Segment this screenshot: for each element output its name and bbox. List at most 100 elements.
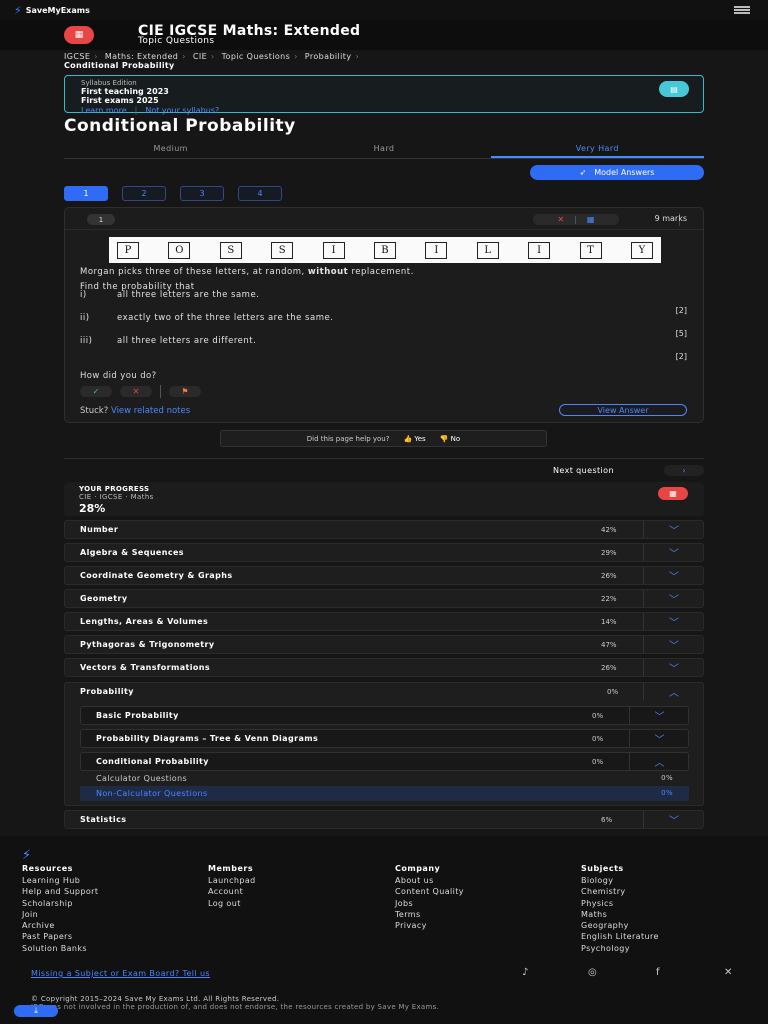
tab-very-hard[interactable]: Very Hard xyxy=(490,142,704,158)
lightning-icon: ⚡ xyxy=(14,3,22,17)
topic-row[interactable]: Pythagoras & Trigonometry 47% ﹀ xyxy=(64,635,704,654)
footer-link[interactable]: Privacy xyxy=(395,920,464,931)
part-marks: [5] xyxy=(675,329,687,338)
footer-link[interactable]: Join xyxy=(22,909,98,920)
letter-tile: I xyxy=(425,241,448,259)
download-icon[interactable]: ⤓ xyxy=(14,1005,58,1017)
model-answers-button[interactable]: ➶ Model Answers xyxy=(530,165,704,180)
view-related-notes-link[interactable]: View related notes xyxy=(111,406,190,416)
x-icon[interactable]: ✕ xyxy=(724,967,732,978)
footer-link[interactable]: Launchpad xyxy=(208,875,256,886)
footer-link[interactable]: Scholarship xyxy=(22,898,98,909)
question-nav-4[interactable]: 4 xyxy=(238,186,282,201)
view-answer-button[interactable]: View Answer xyxy=(559,404,687,416)
chevron-up-icon[interactable]: ︿ xyxy=(643,683,704,700)
topic-row[interactable]: Algebra & Sequences 29% ﹀ xyxy=(64,543,704,562)
part-text: all three letters are different. xyxy=(117,336,257,346)
topic-row[interactable]: Coordinate Geometry & Graphs 26% ﹀ xyxy=(64,566,704,585)
instagram-icon[interactable]: ◎ xyxy=(588,967,597,978)
subtopic-row[interactable]: Probability Diagrams – Tree & Venn Diagr… xyxy=(80,729,689,748)
footer-link[interactable]: Past Papers xyxy=(22,931,98,942)
footer-link[interactable]: Jobs xyxy=(395,898,464,909)
footer-link[interactable]: Psychology xyxy=(581,943,659,954)
part-label: iii) xyxy=(80,336,93,346)
footer-link[interactable]: Archive xyxy=(22,920,98,931)
first-exams: First exams 2025 xyxy=(81,96,159,105)
topic-row[interactable]: Geometry 22% ﹀ xyxy=(64,589,704,608)
breadcrumb-item[interactable]: IGCSE xyxy=(64,52,90,61)
tiktok-icon[interactable]: ♪ xyxy=(522,967,528,978)
chevron-up-icon[interactable]: ︿ xyxy=(629,753,689,770)
site-logo[interactable]: ⚡ SaveMyExams xyxy=(14,4,90,17)
subtopic-row-active[interactable]: Conditional Probability 0% ︿ xyxy=(80,752,689,771)
chevron-down-icon[interactable]: ﹀ xyxy=(643,636,704,653)
course-subtitle: Topic Questions xyxy=(138,36,215,46)
tab-medium[interactable]: Medium xyxy=(64,142,277,158)
syllabus-label: Syllabus Edition xyxy=(81,79,137,87)
footer: ⚡ Resources Learning Hub Help and Suppor… xyxy=(0,836,768,1024)
question-marks: 9 marks xyxy=(654,214,687,223)
copyright: © Copyright 2015–2024 Save My Exams Ltd.… xyxy=(31,995,280,1003)
subtopic-row[interactable]: Basic Probability 0% ﹀ xyxy=(80,706,689,725)
check-icon[interactable]: ✓ xyxy=(80,386,112,397)
footer-link[interactable]: Account xyxy=(208,886,256,897)
calculator-off-icon: ▦ xyxy=(586,215,595,224)
breadcrumb-item[interactable]: Topic Questions xyxy=(222,52,291,61)
question-nav-1[interactable]: 1 xyxy=(64,186,108,201)
footer-link[interactable]: English Literature xyxy=(581,931,659,942)
topic-row[interactable]: Lengths, Areas & Volumes 14% ﹀ xyxy=(64,612,704,631)
menu-icon[interactable] xyxy=(734,6,750,14)
breadcrumb-item[interactable]: Maths: Extended xyxy=(105,52,178,61)
topic-row[interactable]: Vectors & Transformations 26% ﹀ xyxy=(64,658,704,677)
close-icon[interactable]: ✕ xyxy=(558,215,565,224)
footer-members: Members Launchpad Account Log out xyxy=(208,864,256,909)
footer-link[interactable]: Geography xyxy=(581,920,659,931)
footer-link[interactable]: Content Quality xyxy=(395,886,464,897)
footer-link[interactable]: Solution Banks xyxy=(22,943,98,954)
part-text: all three letters are the same. xyxy=(117,290,260,300)
breadcrumb: IGCSE › Maths: Extended › CIE › Topic Quest… xyxy=(64,52,360,61)
footer-link[interactable]: Learning Hub xyxy=(22,875,98,886)
footer-link[interactable]: Help and Support xyxy=(22,886,98,897)
topic-name[interactable]: Probability xyxy=(80,687,134,696)
facebook-icon[interactable]: f xyxy=(656,967,660,978)
breadcrumb-item[interactable]: CIE xyxy=(193,52,207,61)
next-question-button[interactable]: › xyxy=(664,465,704,476)
next-question-label: Next question xyxy=(553,466,614,475)
no-button[interactable]: 👎 No xyxy=(440,435,460,443)
footer-link[interactable]: Chemistry xyxy=(581,886,659,897)
chevron-down-icon[interactable]: ﹀ xyxy=(643,567,704,584)
not-your-syllabus-link[interactable]: Not your syllabus? xyxy=(145,106,219,115)
chevron-down-icon[interactable]: ﹀ xyxy=(629,707,689,724)
yes-button[interactable]: 👍 Yes xyxy=(403,435,425,443)
footer-link[interactable]: Biology xyxy=(581,875,659,886)
question-nav-3[interactable]: 3 xyxy=(180,186,224,201)
missing-subject-link[interactable]: Missing a Subject or Exam Board? Tell us xyxy=(31,969,210,978)
cross-icon[interactable]: ✕ xyxy=(120,386,152,397)
progress-percent: 28% xyxy=(79,502,106,515)
topic-row[interactable]: Number 42% ﹀ xyxy=(64,520,704,539)
chevron-down-icon[interactable]: ﹀ xyxy=(629,730,689,747)
chevron-down-icon[interactable]: ﹀ xyxy=(643,590,704,607)
footer-link[interactable]: Log out xyxy=(208,898,256,909)
flag-icon[interactable]: ⚑ xyxy=(169,386,201,397)
syllabus-edition-box: Syllabus Edition First teaching 2023 Fir… xyxy=(64,75,704,115)
chevron-down-icon[interactable]: ﹀ xyxy=(643,544,704,561)
topic-row[interactable]: Statistics 6% ﹀ xyxy=(64,810,704,829)
letter-tile: O xyxy=(168,241,191,259)
footer-link[interactable]: Terms xyxy=(395,909,464,920)
footer-link[interactable]: Physics xyxy=(581,898,659,909)
breadcrumb-item[interactable]: Probability xyxy=(305,52,352,61)
tab-hard[interactable]: Hard xyxy=(277,142,490,158)
subtopic-leaf[interactable]: Calculator Questions 0% xyxy=(80,771,689,786)
learn-more-link[interactable]: Learn more xyxy=(81,106,127,115)
chevron-down-icon[interactable]: ﹀ xyxy=(643,613,704,630)
chevron-down-icon[interactable]: ﹀ xyxy=(643,521,704,538)
subtopic-leaf-active[interactable]: Non-Calculator Questions 0% xyxy=(80,786,689,801)
footer-link[interactable]: About us xyxy=(395,875,464,886)
footer-link[interactable]: Maths xyxy=(581,909,659,920)
chevron-down-icon[interactable]: ﹀ xyxy=(643,811,704,828)
chevron-down-icon[interactable]: ﹀ xyxy=(643,659,704,676)
lightning-icon: ⚡ xyxy=(22,848,32,863)
question-nav-2[interactable]: 2 xyxy=(122,186,166,201)
